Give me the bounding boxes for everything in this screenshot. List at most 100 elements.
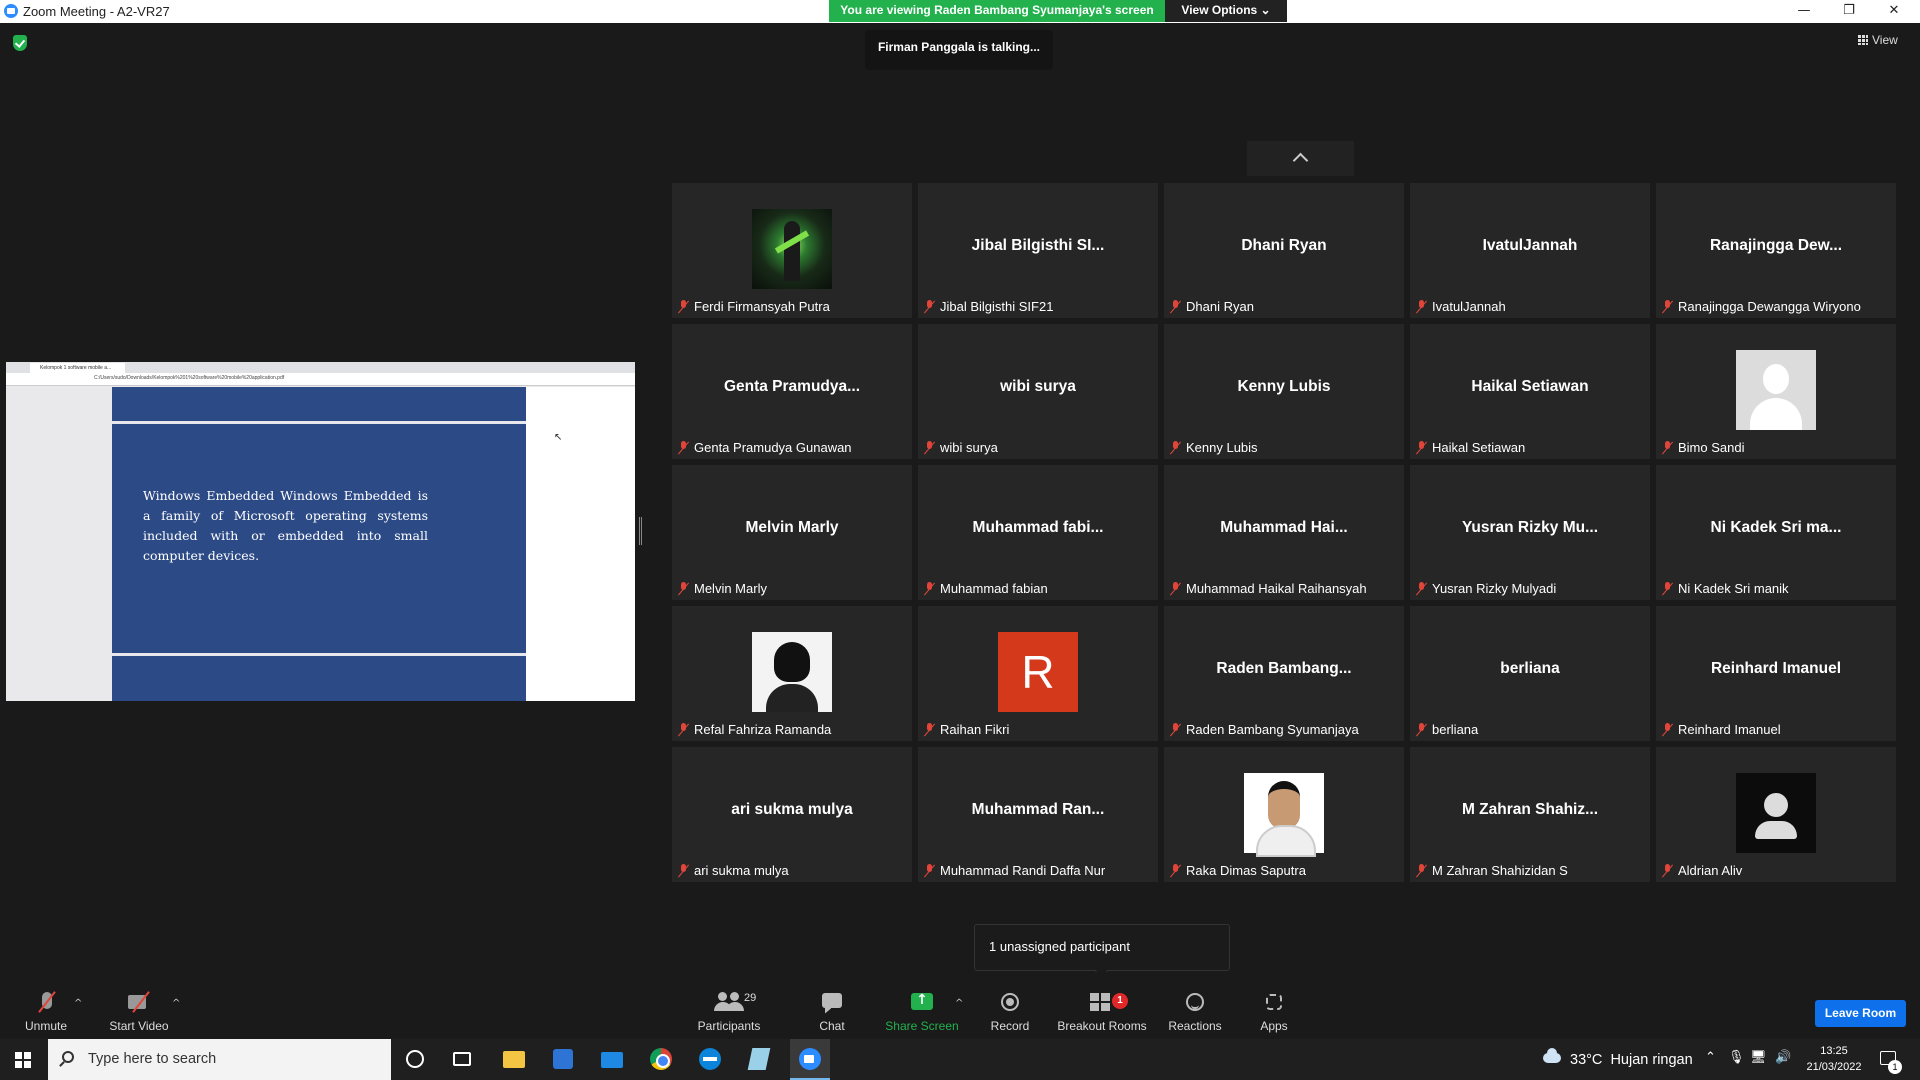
participant-name-label: Kenny Lubis xyxy=(1186,440,1258,455)
participant-tile[interactable]: R Raihan Fikri xyxy=(918,606,1158,741)
reactions-label: Reactions xyxy=(1168,1019,1222,1033)
muted-mic-icon xyxy=(1662,582,1673,596)
participant-name-label: Ranajingga Dewangga Wiryono xyxy=(1678,299,1861,314)
participant-avatar xyxy=(752,632,832,712)
view-button-label: View xyxy=(1872,33,1898,47)
muted-mic-icon xyxy=(678,300,689,314)
video-off-icon xyxy=(128,992,152,1014)
weather-text[interactable]: 33°C Hujan ringan xyxy=(1570,1052,1693,1068)
participant-tile[interactable]: Melvin Marly Melvin Marly xyxy=(672,465,912,600)
task-view-icon[interactable] xyxy=(453,1052,471,1066)
participant-tile[interactable]: Aldrian Aliv xyxy=(1656,747,1896,882)
participant-tile[interactable]: Raka Dimas Saputra xyxy=(1164,747,1404,882)
participant-name-label: Raka Dimas Saputra xyxy=(1186,863,1306,878)
participants-label: Participants xyxy=(697,1019,761,1033)
encryption-shield-icon[interactable] xyxy=(13,35,27,51)
view-options-button[interactable]: View Options ⌄ xyxy=(1165,0,1287,22)
muted-mic-icon xyxy=(1170,441,1181,455)
volume-icon[interactable]: 🔊 xyxy=(1775,1050,1791,1065)
reactions-icon xyxy=(1186,993,1204,1011)
participant-tile[interactable]: Bimo Sandi xyxy=(1656,324,1896,459)
restore-button[interactable]: ❐ xyxy=(1826,0,1872,23)
participant-tile[interactable]: Muhammad Ran... Muhammad Randi Daffa Nur xyxy=(918,747,1158,882)
participant-name-label: Dhani Ryan xyxy=(1186,299,1254,314)
breakout-rooms-badge: 1 xyxy=(1112,993,1128,1009)
participant-tile[interactable]: Jibal Bilgisthi SI... Jibal Bilgisthi SIF… xyxy=(918,183,1158,318)
talking-indicator: Firman Panggala is talking... xyxy=(865,30,1053,70)
minimize-button[interactable]: — xyxy=(1781,0,1827,23)
search-placeholder: Type here to search xyxy=(88,1051,217,1067)
participant-tile[interactable]: Kenny Lubis Kenny Lubis xyxy=(1164,324,1404,459)
participant-tile[interactable]: Muhammad fabi... Muhammad fabian xyxy=(918,465,1158,600)
unmute-label: Unmute xyxy=(24,1019,68,1033)
participant-name-label: Bimo Sandi xyxy=(1678,440,1745,455)
participant-tile[interactable]: Raden Bambang... Raden Bambang Syumanjaya xyxy=(1164,606,1404,741)
participant-tile[interactable]: Ranajingga Dew... Ranajingga Dewangga Wir… xyxy=(1656,183,1896,318)
chrome-icon[interactable] xyxy=(650,1048,672,1070)
file-explorer-icon[interactable] xyxy=(503,1051,525,1068)
participant-tile[interactable]: ari sukma mulya ari sukma mulya xyxy=(672,747,912,882)
participant-name-label: Raihan Fikri xyxy=(940,722,1010,737)
participant-name-label: Melvin Marly xyxy=(694,581,767,596)
participant-tile[interactable]: Genta Pramudya... Genta Pramudya Gunawan xyxy=(672,324,912,459)
muted-mic-icon xyxy=(1416,300,1427,314)
network-icon[interactable]: 🖥 xyxy=(1750,1050,1767,1065)
participant-tile[interactable]: Haikal Setiawan Haikal Setiawan xyxy=(1410,324,1650,459)
participant-tile[interactable]: Yusran Rizky Mu... Yusran Rizky Mulyadi xyxy=(1410,465,1650,600)
video-options-caret[interactable]: ^ xyxy=(172,998,180,1009)
view-button[interactable]: View xyxy=(1858,33,1898,47)
shared-screen[interactable]: Kelompok 1 software mobile a... C:/Users… xyxy=(6,362,635,701)
participant-avatar xyxy=(1736,350,1816,430)
participant-tile[interactable]: Reinhard Imanuel Reinhard Imanuel xyxy=(1656,606,1896,741)
muted-mic-icon xyxy=(924,441,935,455)
mail-icon[interactable] xyxy=(601,1052,623,1068)
audio-options-caret[interactable]: ^ xyxy=(74,998,82,1009)
notes-app-icon[interactable] xyxy=(747,1048,771,1070)
microphone-icon[interactable]: 🎙 xyxy=(1728,1050,1745,1065)
participant-tile[interactable]: Ni Kadek Sri ma... Ni Kadek Sri manik xyxy=(1656,465,1896,600)
taskbar-clock[interactable]: 13:25 21/03/2022 xyxy=(1806,1043,1862,1075)
participant-tile[interactable]: wibi surya wibi surya xyxy=(918,324,1158,459)
participant-display-name: berliana xyxy=(1500,660,1560,677)
pdf-margin-right xyxy=(526,387,635,701)
close-button[interactable]: ✕ xyxy=(1871,0,1917,23)
muted-mic-icon xyxy=(1416,723,1427,737)
zoom-taskbar-active[interactable] xyxy=(790,1039,830,1080)
muted-mic-icon xyxy=(1170,300,1181,314)
windows-start-icon[interactable] xyxy=(15,1052,31,1068)
participant-name-label: Yusran Rizky Mulyadi xyxy=(1432,581,1557,596)
participant-tile[interactable]: IvatulJannah IvatulJannah xyxy=(1410,183,1650,318)
muted-mic-icon xyxy=(1416,864,1427,878)
muted-mic-icon xyxy=(1662,723,1673,737)
participant-tile[interactable]: Refal Fahriza Ramanda xyxy=(672,606,912,741)
microphone-off-icon xyxy=(34,992,60,1014)
muted-mic-icon xyxy=(678,441,689,455)
show-hidden-icons-icon[interactable]: ⌃ xyxy=(1705,1050,1716,1065)
window-title: Zoom Meeting - A2-VR27 xyxy=(23,4,170,19)
cortana-icon[interactable] xyxy=(406,1050,424,1068)
participant-tile[interactable]: berliana berliana xyxy=(1410,606,1650,741)
breakout-rooms-icon xyxy=(1090,993,1110,1011)
leave-room-button[interactable]: Leave Room xyxy=(1815,1000,1906,1027)
microsoft-store-icon[interactable] xyxy=(553,1049,573,1069)
muted-mic-icon xyxy=(1662,864,1673,878)
participant-tile[interactable]: Ferdi Firmansyah Putra xyxy=(672,183,912,318)
participant-name-label: berliana xyxy=(1432,722,1479,737)
taskbar-search-input[interactable]: Type here to search xyxy=(48,1039,391,1080)
participant-name-label: Muhammad fabian xyxy=(940,581,1048,596)
participant-name-label: Ni Kadek Sri manik xyxy=(1678,581,1789,596)
muted-mic-icon xyxy=(924,582,935,596)
participant-tile[interactable]: Dhani Ryan Dhani Ryan xyxy=(1164,183,1404,318)
zoom-taskbar-icon xyxy=(799,1048,821,1070)
browser-url: C:/Users/sudo/Downloads/Kelompok%201%20s… xyxy=(94,375,285,381)
participant-tile[interactable]: Muhammad Hai... Muhammad Haikal Raihansya… xyxy=(1164,465,1404,600)
unassigned-participant-popup[interactable]: 1 unassigned participant xyxy=(974,924,1230,971)
grid-icon xyxy=(1858,35,1868,45)
share-options-caret[interactable]: ^ xyxy=(955,998,963,1009)
participant-name-label: IvatulJannah xyxy=(1432,299,1506,314)
teamviewer-icon[interactable] xyxy=(699,1048,721,1070)
slide-text: Windows Embedded Windows Embedded is a f… xyxy=(143,488,428,563)
gallery-page-up-button[interactable] xyxy=(1247,141,1354,176)
participant-tile[interactable]: M Zahran Shahiz... M Zahran Shahizidan S xyxy=(1410,747,1650,882)
split-resize-handle[interactable] xyxy=(639,517,642,545)
